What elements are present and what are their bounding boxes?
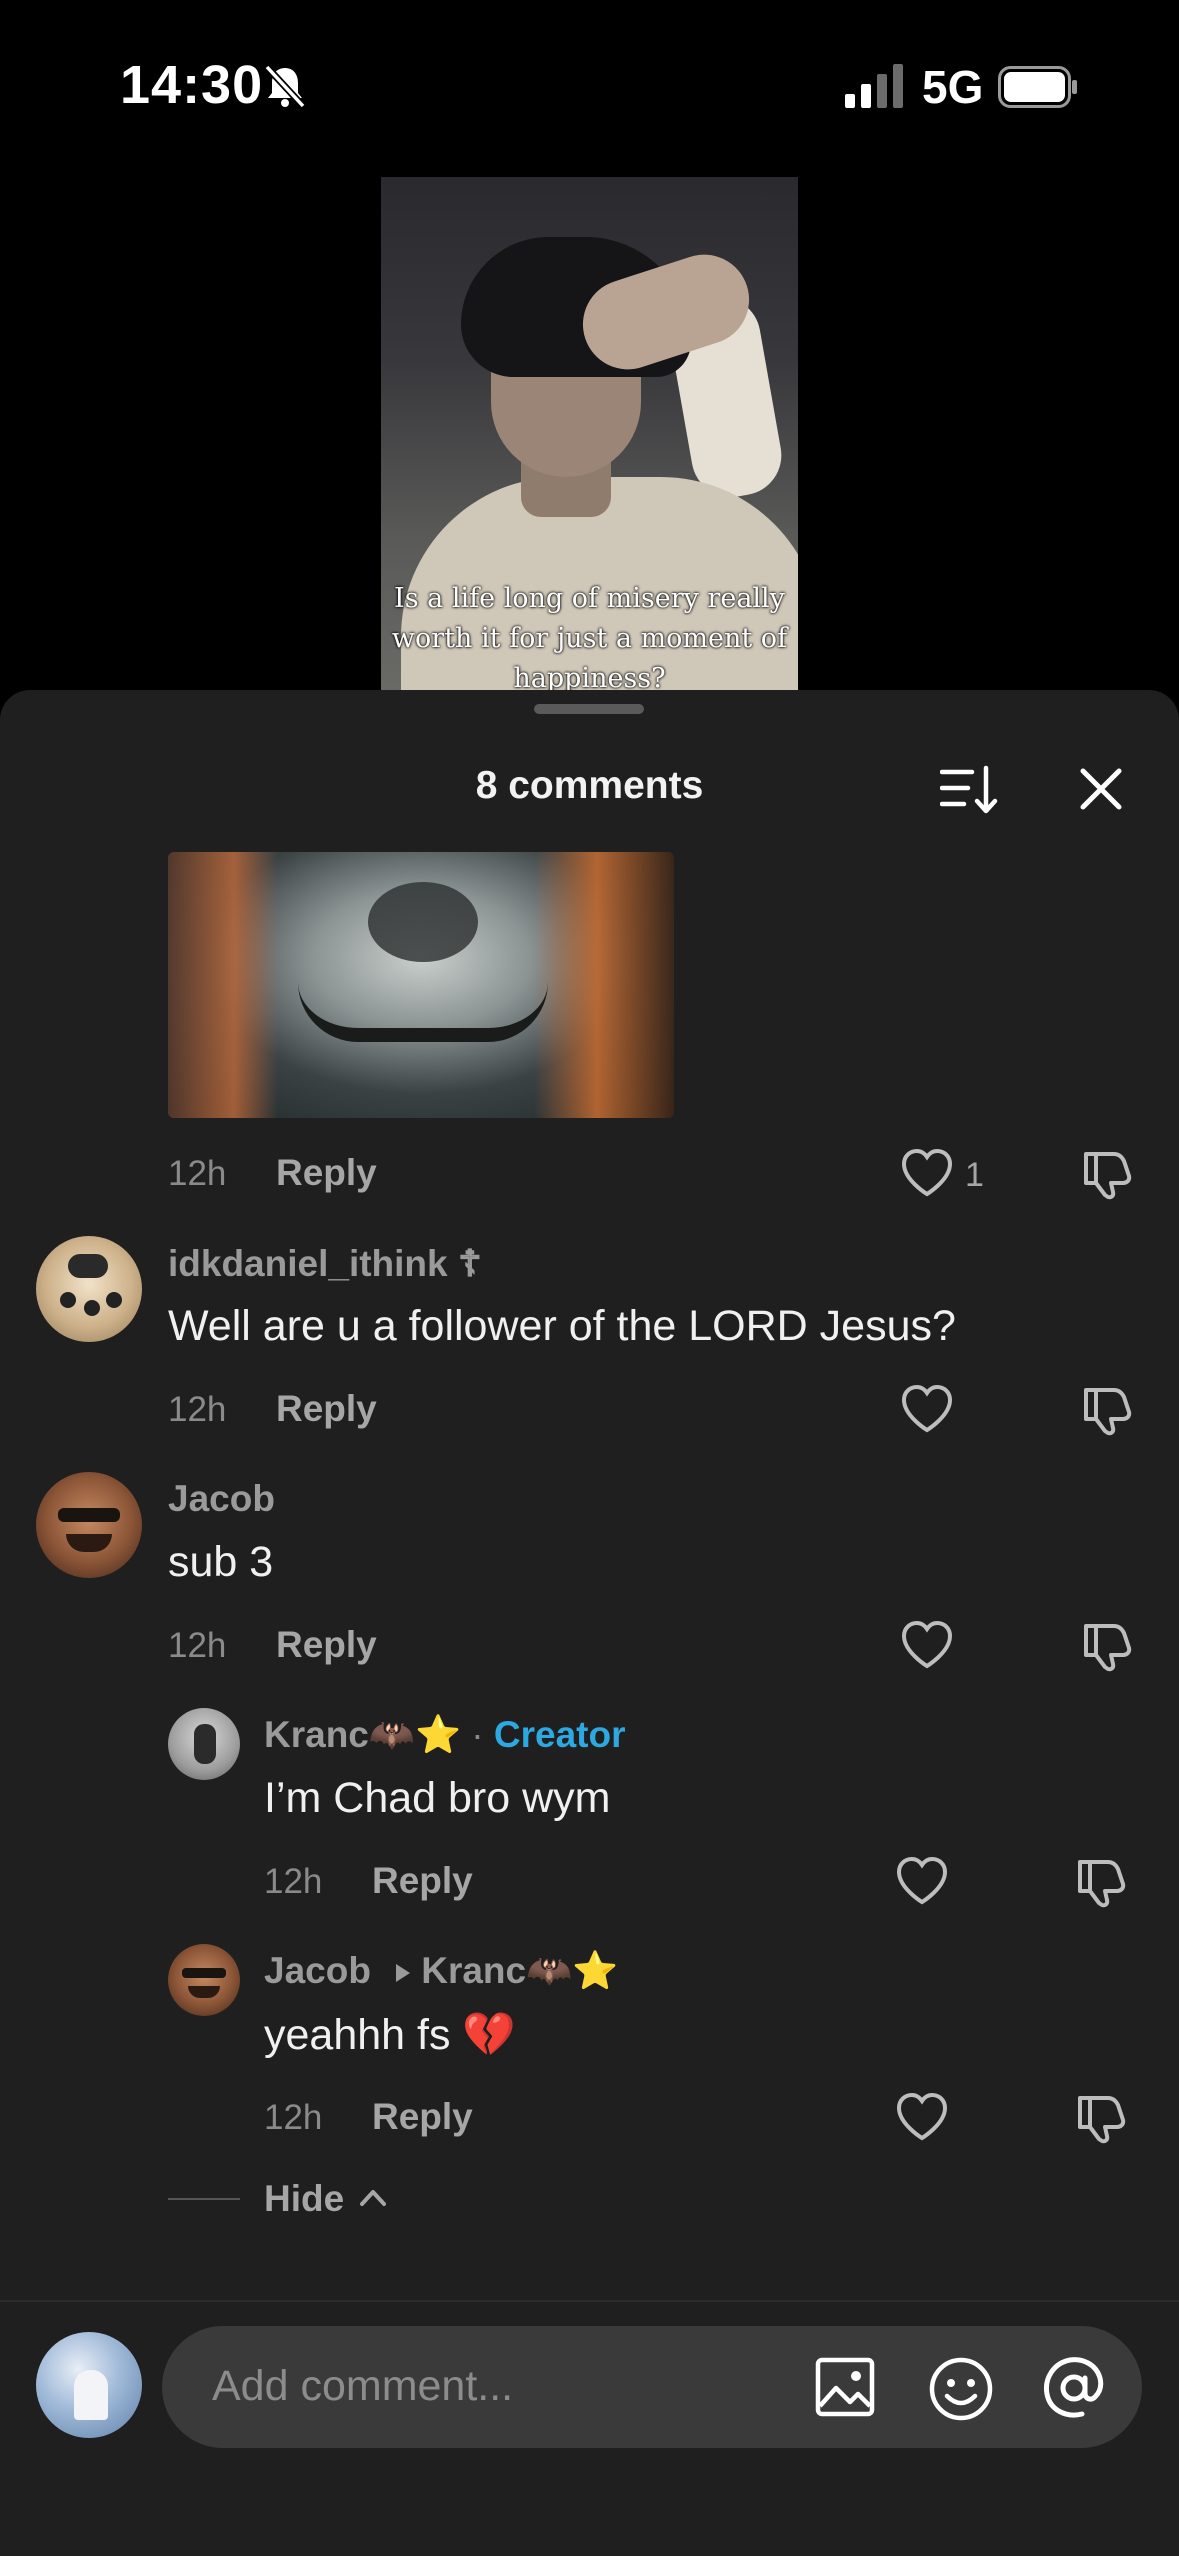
- reply-text: yeahhh fs 💔: [264, 2011, 516, 2059]
- comment-text: Well are u a follower of the LORD Jesus?: [168, 1302, 956, 1350]
- comment-input[interactable]: [212, 2356, 812, 2416]
- avatar-cap: [68, 1254, 108, 1278]
- current-user-avatar[interactable]: [36, 2332, 142, 2438]
- reply-meta: 12h Reply: [264, 2088, 1164, 2148]
- emoji-icon[interactable]: [928, 2356, 994, 2422]
- close-icon[interactable]: [1078, 766, 1124, 812]
- heart-icon[interactable]: [900, 1148, 954, 1198]
- avatar-dot: [84, 1300, 100, 1316]
- caret-right-icon: [396, 1964, 411, 1982]
- comments-count-title: 8 comments: [475, 764, 704, 807]
- hide-replies-button[interactable]: Hide: [168, 2174, 468, 2224]
- video-caption: Is a life long of misery really worth it…: [391, 583, 788, 694]
- reply-text: I’m Chad bro wym: [264, 1774, 611, 1822]
- hide-label: Hide: [264, 2178, 345, 2219]
- signal-icon: [845, 64, 903, 108]
- avatar-mustache: [188, 1986, 220, 1998]
- comment-meta: 12h Reply 1: [168, 1144, 1168, 1204]
- avatar-figure: [194, 1724, 216, 1764]
- gif-fire-left: [168, 852, 278, 1118]
- comment-text: sub 3: [168, 1538, 274, 1586]
- thumbs-down-icon[interactable]: [1080, 1382, 1134, 1436]
- comment-meta: 12h Reply: [168, 1616, 1168, 1676]
- heart-icon[interactable]: [900, 1620, 954, 1670]
- network-type: 5G: [922, 61, 984, 113]
- reply-to-username[interactable]: Kranc🦇⭐: [421, 1950, 618, 1991]
- at-icon[interactable]: [1040, 2354, 1108, 2422]
- reply-username[interactable]: Kranc🦇⭐: [264, 1714, 461, 1755]
- bell-slash-icon: [264, 64, 306, 109]
- comment-time: 12h: [168, 1390, 227, 1429]
- reply-meta: 12h Reply: [264, 1852, 1164, 1912]
- comment-input-container: [162, 2326, 1142, 2448]
- comment-username[interactable]: idkdaniel_ithink ☦: [168, 1242, 482, 1285]
- avatar-mustache: [66, 1534, 112, 1552]
- image-icon[interactable]: [814, 2356, 876, 2418]
- gif-face-shadow: [368, 882, 478, 962]
- video-preview[interactable]: Is a life long of misery really worth it…: [381, 177, 798, 697]
- reply-button[interactable]: Reply: [276, 1152, 377, 1194]
- thumbs-down-icon[interactable]: [1080, 1618, 1134, 1672]
- reply-button[interactable]: Reply: [276, 1388, 377, 1430]
- status-bar: 14:30 5G: [0, 0, 1179, 170]
- like-count: 1: [965, 1156, 984, 1194]
- avatar-dot: [60, 1292, 76, 1308]
- sort-icon[interactable]: [940, 764, 998, 816]
- thumbs-down-icon[interactable]: [1074, 2090, 1128, 2144]
- sheet-grabber[interactable]: [534, 704, 644, 714]
- heart-icon[interactable]: [895, 1856, 949, 1906]
- heart-icon[interactable]: [900, 1384, 954, 1434]
- reply-username-line: Jacob Kranc🦇⭐: [264, 1950, 618, 1993]
- reply-time: 12h: [264, 1862, 323, 1901]
- avatar-dot: [106, 1292, 122, 1308]
- comment-gif-image[interactable]: [168, 852, 674, 1118]
- comment-meta: 12h Reply: [168, 1380, 1168, 1440]
- comments-sheet: 8 comments 12h Reply 1 idkdaniel_ithink …: [0, 690, 1179, 2556]
- avatar-glasses: [58, 1508, 120, 1522]
- comment-username[interactable]: Jacob: [168, 1478, 275, 1520]
- avatar-figure: [74, 2370, 108, 2420]
- avatar[interactable]: [168, 1708, 240, 1780]
- composer-divider: [0, 2300, 1179, 2302]
- reply-button[interactable]: Reply: [372, 2096, 473, 2138]
- reply-time: 12h: [264, 2098, 323, 2137]
- hide-divider: [168, 2198, 240, 2200]
- comment-time: 12h: [168, 1154, 227, 1193]
- battery-icon: [998, 66, 1077, 108]
- avatar[interactable]: [36, 1236, 142, 1342]
- heart-icon[interactable]: [895, 2092, 949, 2142]
- status-time: 14:30: [120, 55, 264, 115]
- chevron-up-icon: [360, 2190, 386, 2206]
- avatar[interactable]: [168, 1944, 240, 2016]
- gif-smile: [298, 982, 548, 1042]
- creator-badge: Creator: [493, 1714, 626, 1755]
- gif-fire-right: [534, 852, 674, 1118]
- thumbs-down-icon[interactable]: [1074, 1854, 1128, 1908]
- creator-separator: ·: [461, 1714, 494, 1755]
- avatar-glasses: [182, 1968, 226, 1978]
- reply-button[interactable]: Reply: [276, 1624, 377, 1666]
- comment-time: 12h: [168, 1626, 227, 1665]
- reply-button[interactable]: Reply: [372, 1860, 473, 1902]
- avatar[interactable]: [36, 1472, 142, 1578]
- reply-username-line: Kranc🦇⭐ · Creator: [264, 1714, 626, 1757]
- reply-username[interactable]: Jacob: [264, 1950, 371, 1991]
- thumbs-down-icon[interactable]: [1080, 1146, 1134, 1200]
